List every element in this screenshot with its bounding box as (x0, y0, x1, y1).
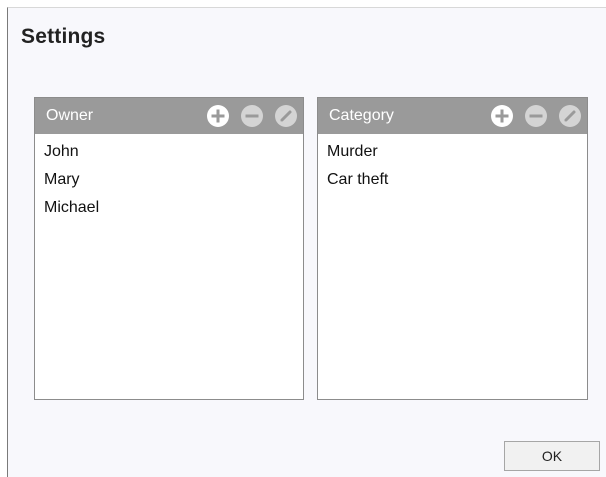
list-item[interactable]: Michael (35, 194, 303, 222)
owner-edit-button[interactable] (275, 105, 297, 127)
plus-circle-icon (207, 105, 229, 127)
owner-panel: Owner John Mary Michael (34, 97, 304, 400)
plus-circle-icon (491, 105, 513, 127)
list-item[interactable]: Car theft (318, 166, 587, 194)
owner-panel-title: Owner (46, 107, 94, 124)
category-edit-button[interactable] (559, 105, 581, 127)
category-remove-button[interactable] (525, 105, 547, 127)
category-panel: Category Murder Car theft (317, 97, 588, 400)
minus-circle-icon (525, 105, 547, 127)
ok-button[interactable]: OK (504, 441, 600, 471)
list-item[interactable]: Murder (318, 138, 587, 166)
owner-remove-button[interactable] (241, 105, 263, 127)
pencil-circle-icon (559, 105, 581, 127)
owner-list: John Mary Michael (35, 134, 303, 222)
list-item[interactable]: Mary (35, 166, 303, 194)
owner-panel-header: Owner (35, 98, 303, 134)
pencil-circle-icon (275, 105, 297, 127)
list-item[interactable]: John (35, 138, 303, 166)
owner-add-button[interactable] (207, 105, 229, 127)
settings-dialog: Settings Owner John Mary Michael Categor… (7, 7, 606, 477)
category-panel-title: Category (329, 107, 394, 124)
category-list: Murder Car theft (318, 134, 587, 194)
dialog-title: Settings (21, 25, 106, 48)
minus-circle-icon (241, 105, 263, 127)
category-panel-header: Category (318, 98, 587, 134)
category-add-button[interactable] (491, 105, 513, 127)
